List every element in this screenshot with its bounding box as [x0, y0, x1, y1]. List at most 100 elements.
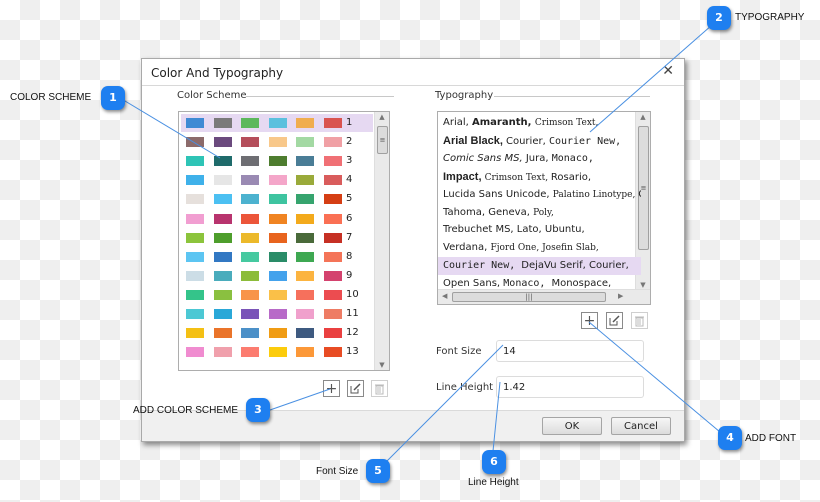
color-swatch	[296, 347, 314, 358]
font-size-input[interactable]	[496, 340, 644, 362]
font-name: Monaco,	[503, 278, 552, 290]
font-list-item[interactable]: Impact, Crimson Text, Rosario,	[438, 168, 641, 186]
edit-color-scheme-button[interactable]	[347, 380, 364, 397]
color-swatch	[268, 347, 287, 358]
color-swatch	[296, 194, 314, 205]
typography-list[interactable]: ▲ ≡ ▼ ◀ ||| ▶ Arial, Amaranth, Crimson T…	[437, 111, 651, 305]
callout-badge-2: 2	[707, 6, 731, 30]
font-list-item[interactable]: Lucida Sans Unicode, Palatino Linotype, …	[438, 186, 641, 204]
scroll-left-icon[interactable]: ◀	[442, 292, 447, 300]
font-size-label: Font Size	[436, 346, 482, 357]
font-list-item[interactable]: Open Sans, Monaco, Monospace,	[438, 275, 641, 293]
color-swatch	[186, 118, 204, 128]
font-list-item[interactable]: Tahoma, Geneva, Poly,	[438, 204, 641, 222]
row-number: 3	[346, 155, 353, 167]
color-scheme-row[interactable]: 13	[181, 343, 373, 361]
color-list-scrollbar[interactable]: ▲ ≡ ▼	[374, 112, 389, 370]
color-swatch	[296, 156, 314, 167]
callout-label-1: COLOR SCHEME	[10, 92, 92, 103]
edit-font-button[interactable]	[606, 312, 623, 329]
color-scheme-row[interactable]: 10	[181, 286, 373, 304]
color-scheme-row[interactable]: 5	[181, 190, 373, 208]
color-swatch	[213, 347, 232, 358]
font-name: Open Sans,	[443, 278, 504, 290]
color-swatch	[296, 328, 314, 339]
font-name: Josefin Slab,	[542, 243, 599, 254]
font-name: Arial,	[443, 117, 472, 128]
color-swatch	[268, 328, 287, 339]
scroll-thumb[interactable]: ≡	[377, 126, 388, 154]
font-name: Rosario,	[550, 171, 592, 183]
color-swatch	[241, 328, 259, 339]
add-color-scheme-button[interactable]: +	[323, 380, 340, 397]
color-swatch	[323, 347, 342, 358]
font-list-item[interactable]: Arial, Amaranth, Crimson Text,	[438, 114, 641, 132]
scroll-down-icon[interactable]: ▼	[375, 361, 389, 369]
callout-label-2: TYPOGRAPHY	[735, 12, 805, 23]
color-scheme-row[interactable]: 3	[181, 152, 373, 170]
color-swatch	[186, 251, 204, 262]
color-swatch	[296, 137, 314, 148]
color-scheme-row[interactable]: 12	[181, 324, 373, 342]
color-swatch	[241, 309, 259, 319]
color-swatch	[323, 175, 342, 186]
color-swatch	[213, 213, 232, 224]
font-name: Geneva,	[488, 206, 534, 218]
line-height-input[interactable]	[496, 376, 644, 398]
color-scheme-list[interactable]: ▲ ≡ ▼ 1 2 3 4 5 6 7 8 9 10 11 12 13	[178, 111, 390, 371]
color-swatch	[323, 270, 342, 281]
color-swatch	[213, 232, 232, 243]
color-scheme-label: Color Scheme	[177, 90, 247, 101]
color-scheme-row[interactable]: 11	[181, 305, 373, 323]
add-font-button[interactable]: +	[581, 312, 598, 329]
scroll-up-icon[interactable]: ▲	[375, 113, 389, 121]
color-swatch	[241, 137, 259, 148]
font-list-item[interactable]: Trebuchet MS, Lato, Ubuntu,	[438, 221, 641, 239]
font-list-item[interactable]: Verdana, Fjord One, Josefin Slab,	[438, 239, 641, 257]
color-scheme-row[interactable]: 2	[181, 133, 373, 151]
color-swatch	[186, 309, 204, 319]
scroll-right-icon[interactable]: ▶	[618, 292, 623, 300]
color-swatch	[268, 175, 287, 186]
color-scheme-row[interactable]: 9	[181, 267, 373, 285]
callout-badge-6: 6	[482, 450, 506, 474]
row-number: 8	[346, 250, 353, 262]
font-name: C	[638, 189, 641, 200]
color-swatch	[323, 156, 342, 167]
font-list-item[interactable]: Arial Black, Courier, Courier New,	[438, 132, 641, 150]
color-typography-dialog: Color And Typography ✕ Color Scheme ▲ ≡ …	[141, 58, 685, 442]
color-scheme-row[interactable]: 1	[181, 114, 373, 132]
font-name: Tahoma,	[443, 206, 489, 218]
line-height-label: Line Height	[436, 382, 494, 393]
delete-font-button[interactable]	[631, 312, 648, 329]
color-swatch	[241, 118, 259, 128]
color-swatch	[268, 289, 287, 300]
cancel-button[interactable]: Cancel	[611, 417, 671, 435]
font-name: Fjord One,	[490, 243, 543, 254]
typography-label: Typography	[435, 90, 494, 101]
color-swatch	[268, 232, 287, 243]
font-name: Ubuntu,	[544, 224, 585, 236]
color-scheme-row[interactable]: 6	[181, 210, 373, 228]
color-swatch	[213, 328, 232, 339]
ok-button[interactable]: OK	[542, 417, 602, 435]
grip-icon: ≡	[379, 136, 386, 144]
font-list-item[interactable]: Courier New, DejaVu Serif, Courier,	[438, 257, 641, 276]
color-scheme-row[interactable]: 7	[181, 229, 373, 247]
color-swatch	[323, 251, 342, 262]
color-swatch	[241, 251, 259, 262]
color-swatch	[323, 232, 342, 243]
font-name: Monospace,	[551, 278, 612, 290]
close-icon[interactable]: ✕	[662, 63, 674, 79]
color-swatch	[296, 270, 314, 281]
color-scheme-row[interactable]: 4	[181, 171, 373, 189]
color-swatch	[296, 175, 314, 186]
color-swatch	[323, 194, 342, 205]
hscroll-thumb[interactable]: |||	[452, 292, 606, 302]
font-list-item[interactable]: Comic Sans MS, Jura, Monaco,	[438, 150, 641, 168]
color-swatch	[186, 156, 204, 167]
color-swatch	[241, 232, 259, 243]
color-scheme-row[interactable]: 8	[181, 248, 373, 266]
delete-color-scheme-button[interactable]	[371, 380, 388, 397]
callout-badge-1: 1	[101, 86, 125, 110]
